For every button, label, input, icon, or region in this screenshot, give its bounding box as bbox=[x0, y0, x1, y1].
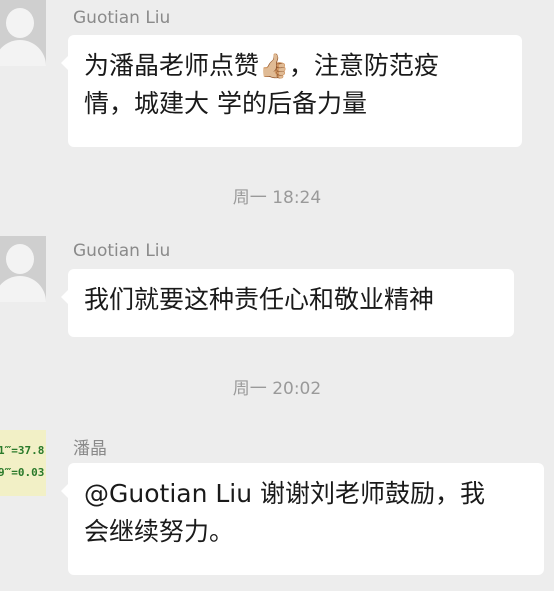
message-text: 情，城建大 学的后备力量 bbox=[84, 89, 367, 118]
message-text: @Guotian Liu 谢谢刘老师鼓励，我 bbox=[84, 479, 486, 508]
avatar[interactable] bbox=[0, 236, 46, 302]
timestamp: 周一 20:02 bbox=[232, 379, 322, 399]
avatar-head-shape bbox=[6, 8, 34, 38]
avatar[interactable]: 1‴=37.8 9‴=0.03 bbox=[0, 430, 46, 496]
message-bubble[interactable]: 为潘晶老师点赞👍🏼，注意防范疫 情，城建大 学的后备力量 bbox=[61, 35, 522, 147]
avatar-shoulders-shape bbox=[0, 40, 46, 66]
message-text: 为潘晶老师点赞 bbox=[84, 51, 260, 80]
thumbs-up-icon: 👍🏼 bbox=[259, 52, 289, 80]
sender-name: Guotian Liu bbox=[73, 8, 171, 28]
sender-name: Guotian Liu bbox=[73, 241, 171, 261]
avatar-text: 9‴=0.03 bbox=[0, 466, 45, 479]
message-line: 为潘晶老师点赞👍🏼，注意防范疫 bbox=[84, 47, 506, 85]
timestamp: 周一 18:24 bbox=[232, 188, 322, 208]
avatar-head-shape bbox=[6, 244, 34, 274]
message-bubble[interactable]: 我们就要这种责任心和敬业精神 bbox=[61, 269, 514, 337]
sender-name: 潘晶 bbox=[73, 439, 107, 459]
message-text: 我们就要这种责任心和敬业精神 bbox=[84, 285, 435, 314]
message-text: ，注意防范疫 bbox=[288, 51, 439, 80]
avatar[interactable] bbox=[0, 0, 46, 66]
avatar-text: 1‴=37.8 bbox=[0, 444, 45, 457]
avatar-shoulders-shape bbox=[0, 276, 46, 302]
message-bubble[interactable]: @Guotian Liu 谢谢刘老师鼓励，我 会继续努力。 bbox=[61, 463, 544, 575]
message-text: 会继续努力。 bbox=[84, 517, 235, 546]
